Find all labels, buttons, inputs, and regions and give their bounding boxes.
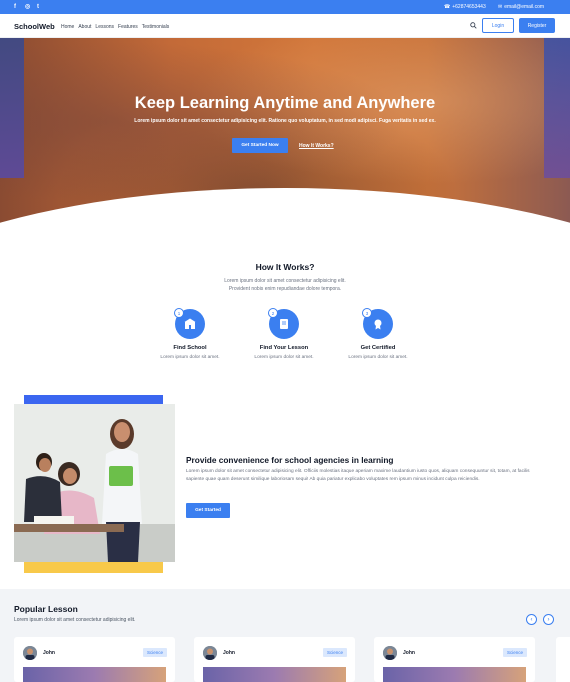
how-it-works-description: Lorem ipsum dolor sit amet consectetur a… — [0, 277, 570, 293]
hero-section: Keep Learning Anytime and Anywhere Lorem… — [0, 38, 570, 248]
popular-description: Lorem ipsum dolor sit amet consectetur a… — [14, 617, 136, 623]
step-description: Lorem ipsum dolor sit amet. — [254, 355, 314, 360]
nav-item-lessons[interactable]: Lessons — [95, 24, 114, 30]
category-badge: Science — [143, 648, 167, 657]
search-icon[interactable] — [470, 22, 477, 29]
avatar-image — [23, 646, 37, 660]
step-title: Find Your Lesson — [259, 345, 309, 351]
author-name: John — [403, 650, 415, 656]
author-name: John — [223, 650, 235, 656]
lesson-card[interactable]: John Science — [374, 637, 535, 682]
hero-title: Keep Learning Anytime and Anywhere — [134, 94, 436, 112]
step-icon-circle: 3 — [362, 308, 393, 339]
nav-item-about[interactable]: About — [78, 24, 91, 30]
step-number: 2 — [268, 308, 278, 318]
nav-item-features[interactable]: Features — [118, 24, 138, 30]
avatar-image — [203, 646, 217, 660]
how-desc-line-2: Provident nobis enim repudiandae dolore … — [228, 286, 342, 292]
convenience-description: Lorem ipsum dolor sit amet consectetur a… — [186, 469, 530, 482]
lesson-card-peek — [556, 637, 570, 682]
register-button[interactable]: Register — [519, 18, 555, 33]
lesson-thumbnail — [23, 667, 166, 682]
how-it-works-link[interactable]: How It Works? — [299, 143, 334, 149]
step-number: 1 — [174, 308, 184, 318]
how-desc-line-1: Lorem ipsum dolor sit amet consectetur a… — [224, 278, 346, 284]
facebook-icon[interactable]: f — [14, 3, 16, 11]
students-photo — [14, 404, 175, 562]
convenience-title: Provide convenience for school agencies … — [186, 455, 394, 465]
step-number: 3 — [362, 308, 372, 318]
phone-icon: ☎ — [444, 4, 451, 10]
popular-lesson-section: Popular Lesson Lorem ipsum dolor sit ame… — [0, 589, 570, 682]
decor-yellow-bar — [24, 561, 163, 573]
step-description: Lorem ipsum dolor sit amet. — [348, 355, 408, 360]
certificate-icon — [374, 319, 382, 330]
lesson-thumbnail — [383, 667, 526, 682]
site-logo[interactable]: SchoolWeb — [14, 22, 55, 31]
how-it-works-title: How It Works? — [255, 262, 315, 272]
category-badge: Science — [503, 648, 527, 657]
step-icon-circle: 2 — [268, 308, 299, 339]
twitter-icon[interactable]: t — [37, 3, 39, 11]
avatar — [203, 646, 217, 660]
hero-subtitle: Lorem ipsum dolor sit amet consectetur a… — [134, 118, 436, 124]
popular-title: Popular Lesson — [14, 604, 78, 614]
step-title: Get Certified — [360, 345, 396, 351]
students-illustration — [14, 404, 175, 562]
next-arrow-button[interactable]: › — [543, 614, 554, 625]
step-description: Lorem ipsum dolor sit amet. — [160, 355, 220, 360]
navbar: SchoolWeb Home About Lessons Features Te… — [0, 14, 570, 38]
step-find-lesson: 2 Find Your Lesson Lorem ipsum dolor sit… — [234, 308, 334, 360]
lesson-thumbnail — [203, 667, 346, 682]
book-icon — [280, 319, 288, 329]
instagram-icon[interactable]: ◎ — [25, 3, 30, 11]
step-title: Find School — [173, 345, 207, 351]
nav-item-testimonials[interactable]: Testimonials — [142, 24, 170, 30]
prev-arrow-button[interactable]: ‹ — [526, 614, 537, 625]
lesson-card[interactable]: John Science — [14, 637, 175, 682]
login-button[interactable]: Login — [482, 18, 514, 33]
avatar — [383, 646, 397, 660]
phone-number: +62874653443 — [452, 4, 486, 10]
phone-contact: ☎ +62874653443 — [444, 3, 486, 11]
mail-icon: ✉ — [498, 4, 503, 10]
top-bar: f ◎ t ☎ +62874653443 ✉ email@email.com — [0, 0, 570, 14]
avatar-image — [383, 646, 397, 660]
avatar — [23, 646, 37, 660]
author-name: John — [43, 650, 55, 656]
step-find-school: 1 Find School Lorem ipsum dolor sit amet… — [140, 308, 240, 360]
nav-item-home[interactable]: Home — [61, 24, 74, 30]
get-started-button[interactable]: Get Started — [186, 503, 230, 518]
email-contact: ✉ email@email.com — [498, 3, 544, 11]
school-icon — [184, 318, 196, 329]
get-started-now-button[interactable]: Get Started Now — [232, 138, 288, 153]
category-badge: Science — [323, 648, 347, 657]
step-icon-circle: 1 — [174, 308, 205, 339]
step-get-certified: 3 Get Certified Lorem ipsum dolor sit am… — [328, 308, 428, 360]
nav-menu: Home About Lessons Features Testimonials — [61, 24, 169, 30]
lesson-card[interactable]: John Science — [194, 637, 355, 682]
email-address: email@email.com — [504, 4, 545, 10]
